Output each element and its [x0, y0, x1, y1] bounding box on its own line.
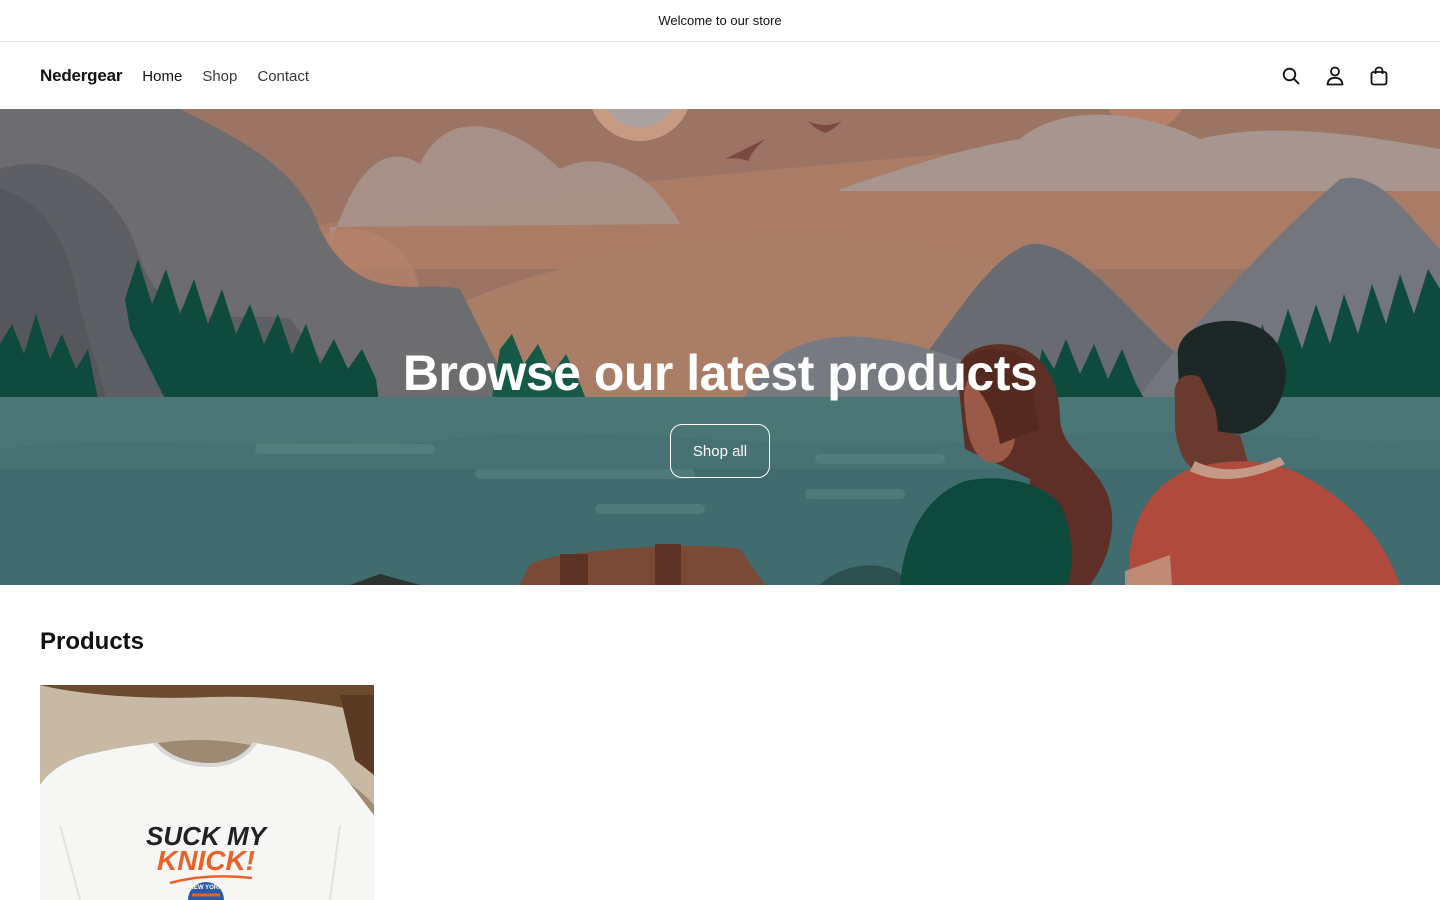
nav-home[interactable]: Home [142, 68, 182, 85]
announcement-text: Welcome to our store [658, 13, 782, 28]
site-header: Nedergear Home Shop Contact [0, 43, 1440, 109]
product-image: SUCK MY KNICK! NEW YORK [40, 685, 374, 900]
store-logo[interactable]: Nedergear [40, 66, 122, 86]
product-card[interactable]: SUCK MY KNICK! NEW YORK [40, 685, 374, 900]
shop-all-button[interactable]: Shop all [670, 424, 770, 478]
cart-icon[interactable] [1368, 65, 1390, 87]
nav-contact[interactable]: Contact [257, 68, 309, 85]
account-icon[interactable] [1324, 65, 1346, 87]
product-image-text-3: NEW YORK [190, 885, 224, 891]
hero-content: Browse our latest products Shop all [0, 109, 1440, 585]
main-nav: Home Shop Contact [142, 68, 309, 85]
announcement-bar: Welcome to our store [0, 0, 1440, 42]
search-icon[interactable] [1280, 65, 1302, 87]
hero-title: Browse our latest products [402, 345, 1038, 401]
hero-banner: Browse our latest products Shop all [0, 109, 1440, 585]
products-section-title: Products [40, 628, 145, 655]
product-image-text-2: KNICK! [157, 845, 255, 876]
nav-shop[interactable]: Shop [202, 68, 237, 85]
header-icons [1280, 65, 1390, 87]
